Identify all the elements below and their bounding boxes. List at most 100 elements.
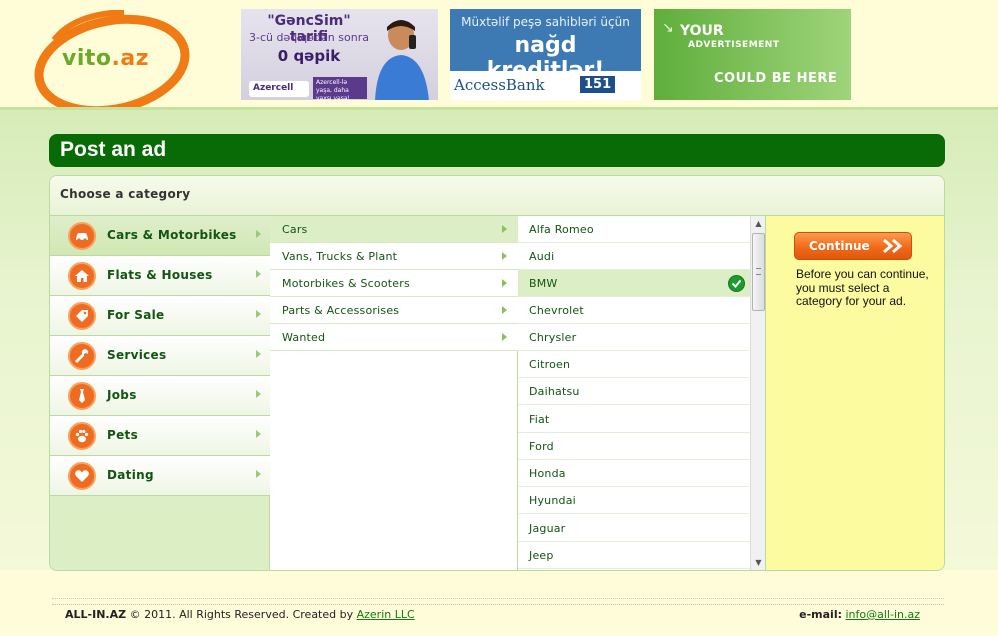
banner-headline: Müxtəlif peşə sahibləri üçün bbox=[461, 15, 630, 29]
page-title-bar: Post an ad bbox=[49, 134, 945, 167]
chevron-right-icon bbox=[256, 270, 261, 278]
brand-label: Alfa Romeo bbox=[529, 223, 594, 236]
your-ad-banner[interactable]: ↘ YOUR ADVERTISEMENT COULD BE HERE bbox=[654, 9, 851, 100]
chevron-right-icon bbox=[502, 225, 507, 233]
category-services[interactable]: Services bbox=[50, 336, 270, 376]
chevron-right-icon bbox=[256, 470, 261, 478]
brand-label: Fiat bbox=[529, 413, 550, 426]
list-item[interactable]: Fiat bbox=[518, 406, 750, 433]
subcategory-parts[interactable]: Parts & Accessorises bbox=[270, 297, 518, 324]
tie-icon bbox=[68, 382, 96, 410]
brand-label: Audi bbox=[529, 250, 555, 263]
category-jobs[interactable]: Jobs bbox=[50, 376, 270, 416]
azercell-banner[interactable]: "GəncSim" tarifi 3-cü dəqiqədən sonra 0 … bbox=[241, 9, 438, 100]
double-chevron-right-icon bbox=[883, 238, 903, 254]
list-item[interactable]: Daihatsu bbox=[518, 378, 750, 405]
category-panel: Choose a category Cars & Motorbikes Flat… bbox=[49, 175, 945, 571]
site-logo[interactable]: vito.az bbox=[34, 9, 194, 116]
brand-label: Chrysler bbox=[529, 331, 577, 344]
category-cars-motorbikes[interactable]: Cars & Motorbikes bbox=[50, 216, 270, 256]
chevron-right-icon bbox=[256, 230, 261, 238]
action-panel: Continue Before you can continue, you mu… bbox=[766, 216, 944, 570]
chevron-right-icon bbox=[502, 252, 507, 260]
paw-icon bbox=[68, 422, 96, 450]
list-item-selected[interactable]: BMW bbox=[518, 270, 750, 297]
category-label: Dating bbox=[107, 468, 154, 482]
subcategory-label: Wanted bbox=[282, 331, 326, 344]
email-link[interactable]: info@all-in.az bbox=[846, 608, 921, 621]
brand-label: Daihatsu bbox=[529, 385, 580, 398]
email-label: e-mail: bbox=[799, 608, 842, 621]
category-label: Jobs bbox=[107, 388, 137, 402]
header: vito.az "GəncSim" tarifi 3-cü dəqiqədən … bbox=[0, 0, 998, 116]
hotline-number: 151 bbox=[580, 76, 616, 93]
list-item[interactable]: Citroen bbox=[518, 351, 750, 378]
list-item[interactable]: Audi bbox=[518, 243, 750, 270]
category-label: Cars & Motorbikes bbox=[107, 228, 237, 242]
chevron-right-icon bbox=[256, 310, 261, 318]
page-title: Post an ad bbox=[60, 138, 167, 161]
copyright-symbol: © bbox=[129, 608, 141, 621]
logo-text: vito.az bbox=[62, 46, 150, 71]
list-item[interactable]: Jaguar bbox=[518, 515, 750, 542]
site-name: ALL-IN.AZ bbox=[65, 608, 127, 621]
subcategory-label: Motorbikes & Scooters bbox=[282, 277, 410, 290]
subcategory-motorbikes[interactable]: Motorbikes & Scooters bbox=[270, 270, 518, 297]
accessbank-logo: AccessBank bbox=[454, 76, 545, 94]
subcategory-cars[interactable]: Cars bbox=[270, 216, 518, 243]
house-icon bbox=[68, 262, 96, 290]
chevron-right-icon bbox=[256, 390, 261, 398]
banner-line-3: COULD BE HERE bbox=[714, 71, 838, 86]
azercell-logo: Azercell bbox=[249, 81, 309, 97]
list-item[interactable]: Alfa Romeo bbox=[518, 216, 750, 243]
category-label: For Sale bbox=[107, 308, 165, 322]
subcategory-label: Vans, Trucks & Plant bbox=[282, 250, 398, 263]
list-item[interactable]: Honda bbox=[518, 460, 750, 487]
brand-label: Jeep bbox=[529, 549, 554, 562]
subcategory-vans-trucks[interactable]: Vans, Trucks & Plant bbox=[270, 243, 518, 270]
banner-line-1: YOUR bbox=[680, 23, 724, 39]
tag-icon bbox=[68, 302, 96, 330]
brand-label: Honda bbox=[529, 467, 566, 480]
chevron-right-icon bbox=[502, 279, 507, 287]
continue-hint: Before you can continue, you must select… bbox=[796, 267, 929, 308]
car-icon bbox=[68, 222, 96, 250]
category-dating[interactable]: Dating bbox=[50, 456, 270, 496]
brand-label: Citroen bbox=[529, 358, 571, 371]
brand-list-scrollbar[interactable]: ▲ ▼ bbox=[750, 216, 765, 570]
category-flats-houses[interactable]: Flats & Houses bbox=[50, 256, 270, 296]
brand-list: Alfa Romeo Audi BMW Chevrolet Chrysler C… bbox=[518, 216, 766, 570]
category-pets[interactable]: Pets bbox=[50, 416, 270, 456]
arrow-icon: ↘ bbox=[662, 20, 674, 36]
creator-link[interactable]: Azerin LLC bbox=[357, 608, 415, 621]
subcategory-list: Cars Vans, Trucks & Plant Motorbikes & S… bbox=[270, 216, 518, 570]
chevron-right-icon bbox=[256, 350, 261, 358]
list-item[interactable]: Chevrolet bbox=[518, 297, 750, 324]
checkmark-icon bbox=[728, 275, 745, 292]
accessbank-banner[interactable]: Müxtəlif peşə sahibləri üçün nağd kredit… bbox=[450, 9, 641, 100]
brand-label: Ford bbox=[529, 440, 554, 453]
heart-icon bbox=[68, 462, 96, 490]
brand-label: Chevrolet bbox=[529, 304, 584, 317]
banner-line-2: ADVERTISEMENT bbox=[688, 40, 780, 50]
list-item[interactable]: Hyundai bbox=[518, 487, 750, 514]
subcategory-wanted[interactable]: Wanted bbox=[270, 324, 518, 351]
banner-price: 0 qəpik bbox=[277, 47, 341, 65]
continue-button[interactable]: Continue bbox=[794, 232, 912, 260]
list-item[interactable]: Chrysler bbox=[518, 324, 750, 351]
scroll-up-arrow-icon[interactable]: ▲ bbox=[751, 216, 765, 232]
chevron-right-icon bbox=[256, 430, 261, 438]
scroll-thumb[interactable] bbox=[752, 233, 765, 311]
chevron-right-icon bbox=[502, 333, 507, 341]
category-list: Cars & Motorbikes Flats & Houses For Sal… bbox=[50, 216, 270, 570]
list-item[interactable]: Jeep bbox=[518, 542, 750, 569]
category-label: Pets bbox=[107, 428, 139, 442]
wrench-icon bbox=[68, 342, 96, 370]
list-item[interactable]: Ford bbox=[518, 433, 750, 460]
category-label: Flats & Houses bbox=[107, 268, 213, 282]
scroll-down-arrow-icon[interactable]: ▼ bbox=[751, 555, 765, 570]
section-label: Choose a category bbox=[60, 187, 191, 201]
category-for-sale[interactable]: For Sale bbox=[50, 296, 270, 336]
continue-label: Continue bbox=[809, 239, 870, 253]
banner-slogan: Azercell-lə yaşa, daha yaxşı yaşa! bbox=[313, 77, 367, 100]
